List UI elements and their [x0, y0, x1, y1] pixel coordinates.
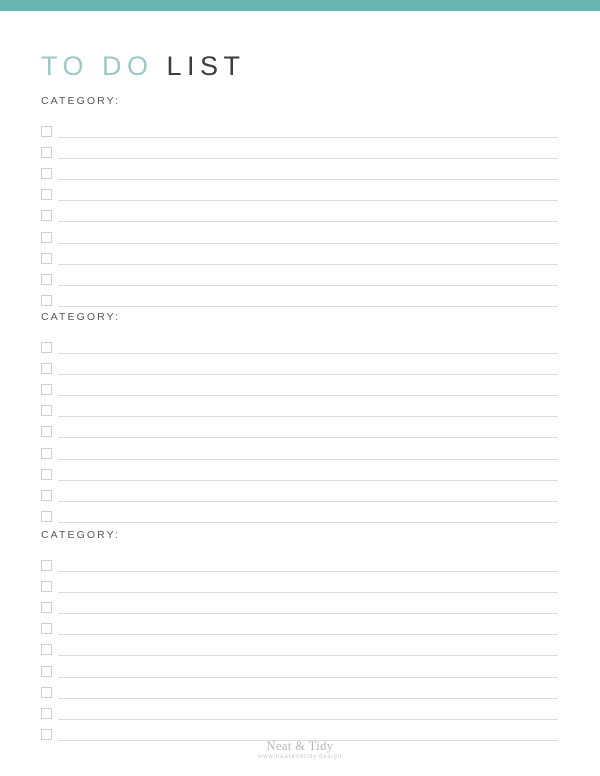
task-row[interactable] — [41, 181, 558, 202]
task-row[interactable] — [41, 245, 558, 266]
task-write-line[interactable] — [58, 352, 558, 354]
task-row[interactable] — [41, 376, 558, 397]
task-write-line[interactable] — [58, 373, 558, 375]
task-row[interactable] — [41, 439, 558, 460]
task-write-line[interactable] — [58, 285, 558, 286]
checkbox-icon[interactable] — [41, 146, 52, 158]
task-row[interactable] — [41, 397, 558, 418]
category-label-2: CATEGORY: — [41, 311, 121, 323]
checkbox-icon[interactable] — [41, 189, 52, 201]
task-write-line[interactable] — [58, 522, 558, 524]
task-row[interactable] — [41, 202, 558, 223]
task-row[interactable] — [41, 287, 558, 308]
task-row[interactable] — [41, 482, 558, 503]
task-row[interactable] — [41, 334, 558, 355]
task-row[interactable] — [41, 615, 558, 636]
task-write-line[interactable] — [58, 719, 558, 720]
todo-list-page: TO DO LIST CATEGORY: CATEGORY: CATEGORY:… — [0, 0, 600, 776]
task-write-line[interactable] — [58, 570, 558, 572]
checkbox-icon[interactable] — [41, 210, 52, 222]
task-row[interactable] — [41, 552, 558, 573]
task-row[interactable] — [41, 223, 558, 244]
footer-brand-name: Neat & Tidy — [266, 739, 334, 753]
checkbox-icon[interactable] — [41, 362, 52, 374]
task-row[interactable] — [41, 573, 558, 594]
category-section-2: CATEGORY: — [41, 312, 558, 524]
checkbox-icon[interactable] — [41, 426, 52, 438]
page-title-dark: LIST — [166, 51, 246, 82]
task-row[interactable] — [41, 503, 558, 524]
page-footer: Neat & Tidy www.neatandtidy.design — [0, 739, 600, 763]
task-row[interactable] — [41, 636, 558, 657]
checkbox-icon[interactable] — [41, 168, 52, 180]
checkbox-icon[interactable] — [41, 231, 52, 243]
task-write-line[interactable] — [58, 179, 558, 181]
task-row[interactable] — [41, 160, 558, 181]
category-section-3: CATEGORY: — [41, 530, 558, 742]
footer-website-url: www.neatandtidy.design — [257, 754, 343, 761]
task-rows-2 — [41, 334, 558, 525]
task-write-line[interactable] — [58, 136, 558, 138]
task-write-line[interactable] — [58, 655, 558, 657]
task-write-line[interactable] — [58, 306, 558, 308]
task-row[interactable] — [41, 418, 558, 439]
checkbox-icon[interactable] — [41, 447, 52, 459]
checkbox-icon[interactable] — [41, 644, 52, 656]
task-write-line[interactable] — [58, 242, 558, 244]
task-row[interactable] — [41, 679, 558, 700]
page-title-accent: TO DO — [41, 51, 154, 82]
task-write-line[interactable] — [58, 395, 558, 397]
top-accent-bar — [0, 0, 600, 11]
task-write-line[interactable] — [58, 479, 558, 481]
checkbox-icon[interactable] — [41, 559, 52, 571]
checkbox-icon[interactable] — [41, 490, 52, 501]
task-write-line[interactable] — [58, 263, 558, 265]
task-write-line[interactable] — [58, 634, 558, 636]
checkbox-icon[interactable] — [41, 405, 52, 417]
task-write-line[interactable] — [58, 221, 558, 223]
page-title: TO DO LIST — [41, 53, 246, 80]
task-write-line[interactable] — [58, 591, 558, 593]
category-section-1: CATEGORY: — [41, 96, 558, 308]
checkbox-icon[interactable] — [41, 580, 52, 592]
task-write-line[interactable] — [58, 697, 558, 699]
task-write-line[interactable] — [58, 676, 558, 678]
checkbox-icon[interactable] — [41, 602, 52, 614]
task-row[interactable] — [41, 594, 558, 615]
task-row[interactable] — [41, 700, 558, 721]
checkbox-icon[interactable] — [41, 274, 52, 285]
checkbox-icon[interactable] — [41, 708, 52, 719]
task-write-line[interactable] — [58, 501, 558, 502]
checkbox-icon[interactable] — [41, 665, 52, 677]
checkbox-icon[interactable] — [41, 468, 52, 480]
task-row[interactable] — [41, 139, 558, 160]
task-rows-3 — [41, 552, 558, 743]
checkbox-icon[interactable] — [41, 623, 52, 635]
task-rows-1 — [41, 118, 558, 309]
checkbox-icon[interactable] — [41, 341, 52, 353]
task-row[interactable] — [41, 355, 558, 376]
task-write-line[interactable] — [58, 437, 558, 439]
checkbox-icon[interactable] — [41, 511, 52, 523]
task-row[interactable] — [41, 461, 558, 482]
checkbox-icon[interactable] — [41, 252, 52, 264]
category-label-3: CATEGORY: — [41, 529, 121, 541]
task-write-line[interactable] — [58, 458, 558, 460]
task-write-line[interactable] — [58, 416, 558, 418]
task-row[interactable] — [41, 657, 558, 678]
checkbox-icon[interactable] — [41, 295, 52, 307]
checkbox-icon[interactable] — [41, 125, 52, 137]
task-write-line[interactable] — [58, 200, 558, 202]
category-label-1: CATEGORY: — [41, 95, 121, 107]
checkbox-icon[interactable] — [41, 686, 52, 698]
task-row[interactable] — [41, 266, 558, 287]
task-write-line[interactable] — [58, 613, 558, 615]
checkbox-icon[interactable] — [41, 384, 52, 396]
task-row[interactable] — [41, 118, 558, 139]
task-write-line[interactable] — [58, 157, 558, 159]
